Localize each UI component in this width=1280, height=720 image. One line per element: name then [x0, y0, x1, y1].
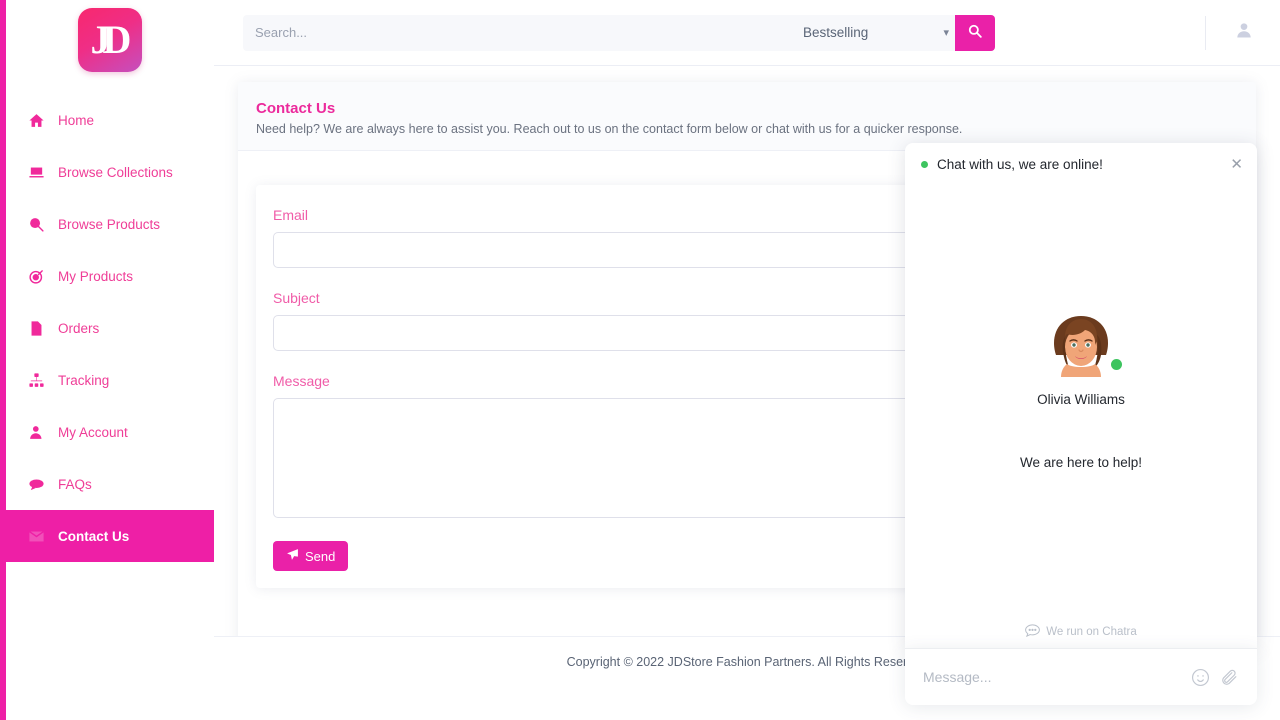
header-divider	[1205, 15, 1206, 50]
logo-monogram: JD	[90, 17, 132, 62]
search-icon	[968, 24, 982, 41]
sort-select[interactable]: Bestselling	[803, 25, 955, 40]
sidebar-item-contact-us[interactable]: Contact Us	[6, 510, 214, 562]
sitemap-icon	[28, 372, 54, 389]
header-right	[1205, 0, 1280, 66]
user-icon	[28, 424, 54, 441]
contact-card-header: Contact Us Need help? We are always here…	[238, 82, 1256, 151]
app-root: JD Home Browse Collections Browse Produc…	[0, 0, 1280, 720]
search-input[interactable]	[243, 25, 803, 40]
sidebar: JD Home Browse Collections Browse Produc…	[0, 0, 214, 720]
copyright-text: Copyright © 2022 JDStore Fashion Partner…	[566, 655, 928, 669]
home-icon	[28, 112, 54, 129]
sort-select-wrap: Bestselling ▾	[803, 25, 955, 40]
emoji-icon[interactable]	[1191, 668, 1210, 687]
sidebar-item-home[interactable]: Home	[6, 94, 214, 146]
chat-header-title: Chat with us, we are online!	[937, 156, 1103, 172]
sidebar-item-label: Browse Products	[58, 216, 161, 232]
chat-input-row	[905, 649, 1257, 705]
chat-branding-label: We run on Chatra	[1046, 625, 1137, 638]
online-status-icon	[921, 160, 928, 168]
envelope-icon	[28, 528, 54, 545]
agent-name: Olivia Williams	[1037, 392, 1125, 407]
logo[interactable]: JD	[6, 0, 214, 72]
send-button-label: Send	[305, 548, 336, 564]
sidebar-item-label: My Account	[58, 424, 128, 440]
search-chart-icon	[28, 216, 54, 233]
sidebar-item-label: FAQs	[58, 476, 92, 492]
close-icon[interactable]: ✕	[1230, 157, 1243, 172]
send-button[interactable]: Send	[273, 541, 349, 571]
top-header: Bestselling ▾	[214, 0, 1280, 66]
comment-icon	[28, 476, 54, 493]
avatar	[1044, 307, 1122, 381]
file-invoice-icon	[28, 320, 54, 337]
paperclip-icon[interactable]	[1220, 668, 1239, 687]
sidebar-item-my-account[interactable]: My Account	[6, 406, 214, 458]
account-button[interactable]	[1234, 20, 1254, 45]
sidebar-item-label: My Products	[58, 268, 134, 284]
sidebar-item-label: Contact Us	[58, 528, 130, 544]
chat-header: Chat with us, we are online! ✕	[905, 143, 1257, 185]
sidebar-item-browse-collections[interactable]: Browse Collections	[6, 146, 214, 198]
page-subtitle: Need help? We are always here to assist …	[256, 122, 963, 136]
sidebar-item-tracking[interactable]: Tracking	[6, 354, 214, 406]
search-bar: Bestselling ▾	[243, 14, 995, 51]
sidebar-item-faqs[interactable]: FAQs	[6, 458, 214, 510]
sidebar-item-label: Home	[58, 112, 95, 128]
search-button[interactable]	[955, 14, 995, 51]
sidebar-item-label: Tracking	[58, 372, 110, 388]
sidebar-item-browse-products[interactable]: Browse Products	[6, 198, 214, 250]
chat-body: Olivia Williams We are here to help!	[905, 185, 1257, 615]
chat-message-input[interactable]	[923, 669, 1181, 685]
sidebar-item-my-products[interactable]: My Products	[6, 250, 214, 302]
page-title: Contact Us	[256, 100, 336, 117]
sidebar-item-label: Browse Collections	[58, 164, 173, 180]
sidebar-nav: Home Browse Collections Browse Products …	[6, 94, 214, 562]
logo-tile: JD	[78, 8, 142, 72]
laptop-icon	[28, 164, 54, 181]
chat-branding[interactable]: We run on Chatra	[905, 615, 1257, 649]
target-icon	[28, 268, 54, 285]
sidebar-item-label: Orders	[58, 320, 100, 336]
chat-bubble-icon	[1025, 623, 1041, 640]
chat-panel: Chat with us, we are online! ✕ Olivia Wi…	[905, 143, 1257, 649]
user-circle-icon	[1234, 20, 1254, 45]
avatar-online-badge	[1111, 359, 1122, 370]
chat-greeting-message: We are here to help!	[1019, 455, 1143, 470]
sidebar-item-orders[interactable]: Orders	[6, 302, 214, 354]
paper-plane-icon	[286, 548, 299, 564]
chat-widget: Chat with us, we are online! ✕ Olivia Wi…	[905, 143, 1257, 705]
